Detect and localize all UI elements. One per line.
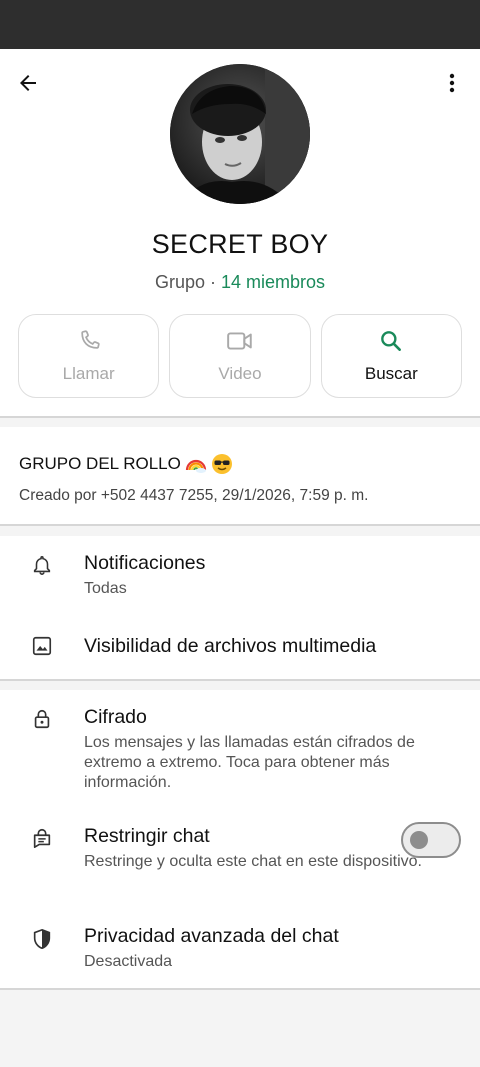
members-link[interactable]: 14 miembros — [221, 272, 325, 292]
toggle-knob — [410, 831, 428, 849]
group-type: Grupo · — [154, 272, 221, 292]
group-description-card[interactable]: GRUPO DEL ROLLO Creado por +502 4437 725… — [0, 427, 480, 524]
notifications-value: Todas — [84, 580, 127, 597]
description-text: GRUPO DEL ROLLO — [19, 454, 181, 473]
privacy-card: Cifrado Los mensajes y las llamadas está… — [0, 690, 480, 988]
video-icon — [227, 332, 252, 350]
group-description: GRUPO DEL ROLLO — [19, 453, 233, 475]
rainbow-emoji — [185, 459, 206, 473]
group-subtitle: Grupo · 14 miembros — [0, 272, 480, 293]
more-vertical-icon — [449, 73, 455, 93]
encryption-row[interactable]: Cifrado Los mensajes y las llamadas está… — [0, 690, 480, 800]
call-button[interactable]: Llamar — [18, 314, 160, 398]
back-button[interactable] — [12, 67, 44, 99]
more-options-button[interactable] — [436, 67, 468, 99]
notifications-title: Notificaciones — [84, 552, 206, 574]
back-arrow-icon — [20, 75, 36, 91]
advanced-privacy-title: Privacidad avanzada del chat — [84, 925, 339, 947]
group-avatar[interactable] — [170, 64, 310, 204]
advanced-privacy-row[interactable]: Privacidad avanzada del chat Desactivada — [0, 910, 480, 980]
restrict-chat-toggle[interactable] — [401, 822, 461, 858]
group-header: SECRET BOY Grupo · 14 miembros Llamar Vi… — [0, 49, 480, 417]
settings-card: Notificaciones Todas Visibilidad de arch… — [0, 536, 480, 679]
created-by-text: Creado por +502 4437 7255, 29/1/2026, 7:… — [19, 487, 369, 504]
restrict-chat-row[interactable]: Restringir chat Restringe y oculta este … — [0, 810, 480, 900]
divider — [0, 988, 480, 990]
lock-icon — [28, 705, 56, 733]
restrict-chat-description: Restringe y oculta este chat en este dis… — [84, 853, 422, 870]
profile-photo — [170, 64, 310, 204]
advanced-privacy-value: Desactivada — [84, 953, 173, 970]
call-label: Llamar — [62, 364, 115, 383]
divider — [0, 416, 480, 418]
divider — [0, 679, 480, 681]
notifications-row[interactable]: Notificaciones Todas — [0, 536, 480, 608]
sunglasses-emoji — [211, 454, 232, 474]
restrict-chat-title: Restringir chat — [84, 825, 210, 847]
image-icon — [28, 632, 56, 660]
search-label: Buscar — [364, 364, 418, 383]
encryption-title: Cifrado — [84, 706, 147, 728]
video-button[interactable]: Video — [169, 314, 311, 398]
search-button[interactable]: Buscar — [320, 314, 462, 398]
status-bar — [0, 0, 480, 49]
encryption-description: Los mensajes y las llamadas están cifrad… — [84, 734, 415, 791]
video-label: Video — [218, 364, 262, 383]
media-visibility-row[interactable]: Visibilidad de archivos multimedia — [0, 618, 480, 674]
group-name: SECRET BOY — [151, 229, 329, 259]
action-buttons: Llamar Video Buscar — [18, 314, 462, 398]
shield-icon — [28, 925, 56, 953]
media-visibility-title: Visibilidad de archivos multimedia — [84, 635, 377, 657]
locked-chat-icon — [28, 824, 56, 852]
phone-icon — [80, 330, 100, 349]
divider — [0, 524, 480, 526]
search-icon — [381, 331, 402, 351]
bell-icon — [28, 551, 56, 579]
